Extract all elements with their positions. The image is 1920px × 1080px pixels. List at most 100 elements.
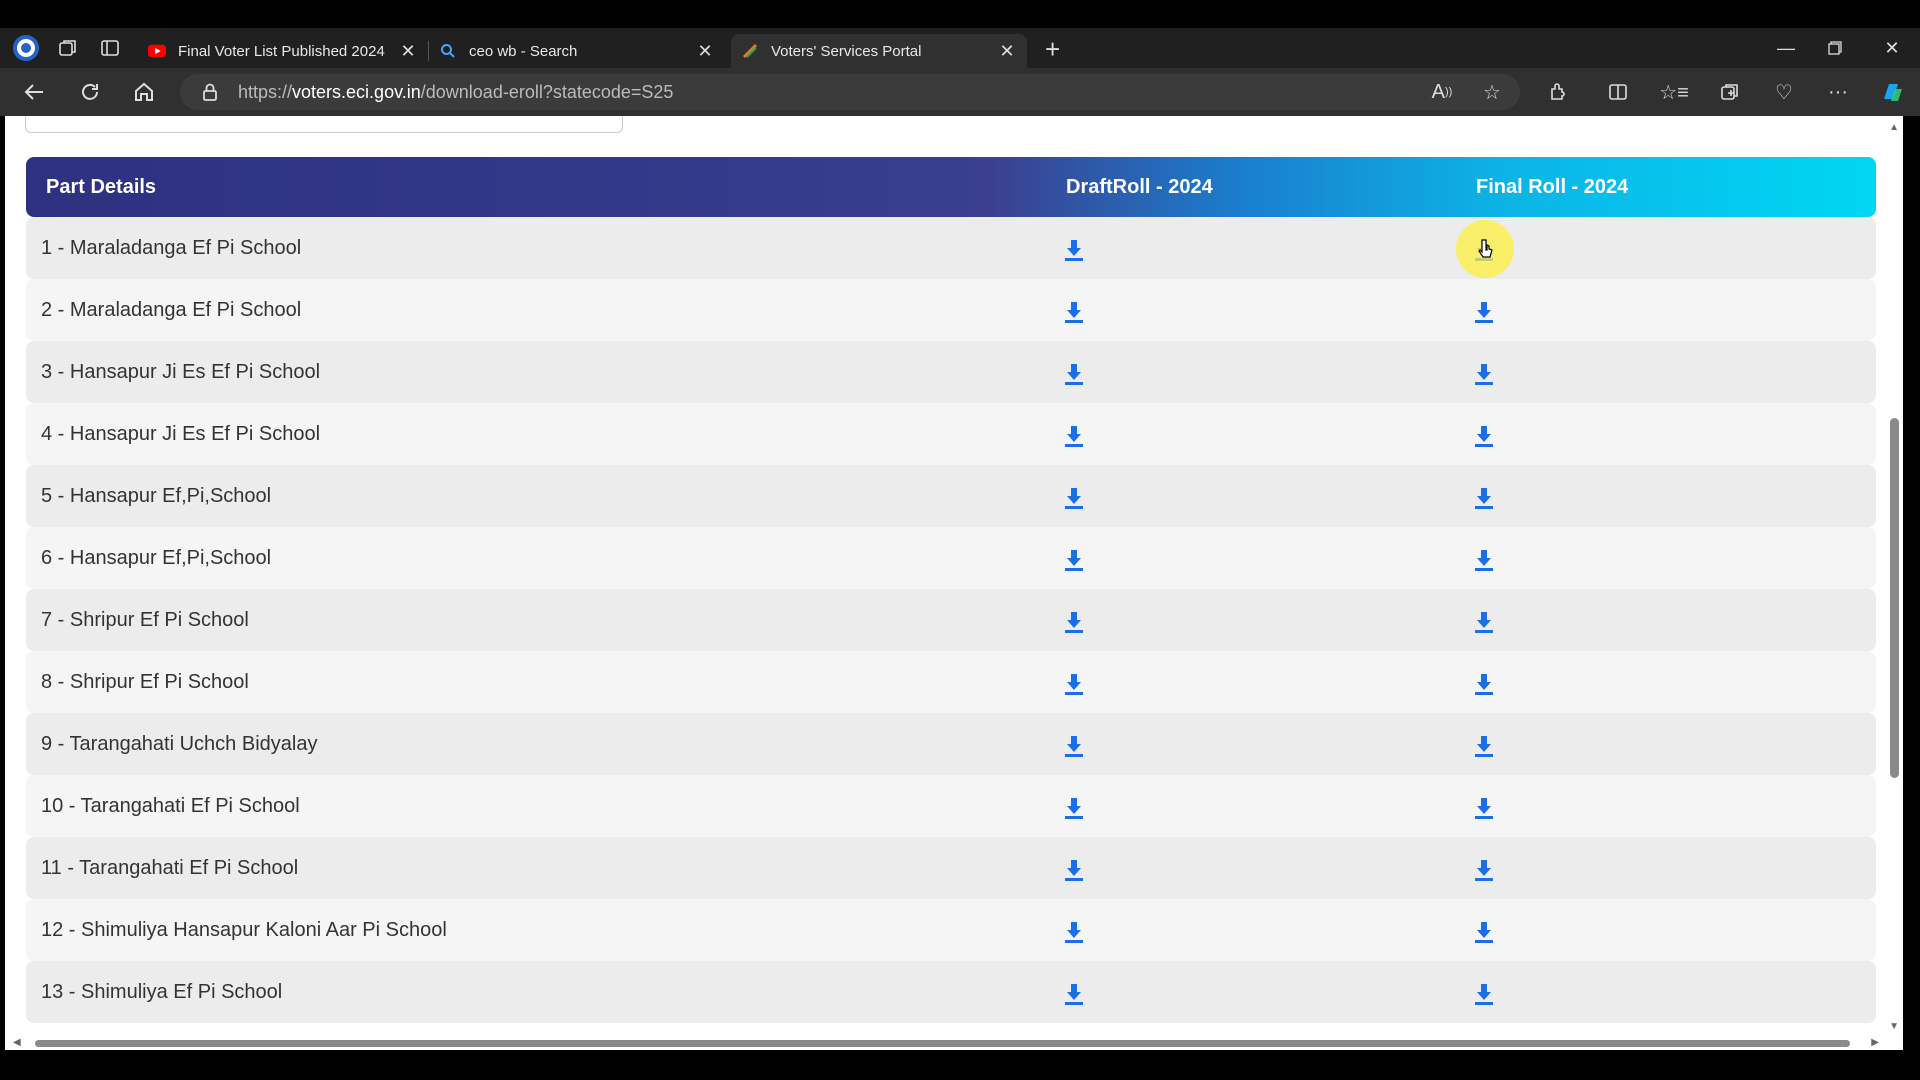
final-roll-download-icon[interactable] xyxy=(1474,363,1494,385)
part-name: 9 - Tarangahati Uchch Bidyalay xyxy=(41,733,318,755)
table-row: 7 - Shripur Ef Pi School xyxy=(26,589,1876,651)
final-roll-download-icon[interactable] xyxy=(1474,487,1494,509)
draft-roll-download-icon[interactable] xyxy=(1064,549,1084,571)
tab-search[interactable]: ceo wb - Search ✕ xyxy=(429,34,725,68)
vertical-tabs-icon[interactable] xyxy=(96,34,124,62)
url-text: https://voters.eci.gov.in/download-eroll… xyxy=(238,81,674,102)
final-roll-download-icon[interactable] xyxy=(1474,673,1494,695)
part-name: 3 - Hansapur Ji Es Ef Pi School xyxy=(41,361,321,383)
profile-icon[interactable] xyxy=(12,34,40,62)
table-row: 2 - Maraladanga Ef Pi School xyxy=(26,279,1876,341)
close-window-icon[interactable]: ✕ xyxy=(1872,28,1912,68)
youtube-icon xyxy=(148,42,166,60)
tab-bar: Final Voter List Published 2024 || ✕ ceo… xyxy=(0,28,1920,68)
address-bar: https://voters.eci.gov.in/download-eroll… xyxy=(0,68,1920,116)
table-row: 5 - Hansapur Ef,Pi,School xyxy=(26,465,1876,527)
draft-roll-download-icon[interactable] xyxy=(1064,611,1084,633)
final-roll-download-icon[interactable] xyxy=(1474,611,1494,633)
scroll-down-arrow-icon[interactable]: ▼ xyxy=(1889,1021,1899,1032)
draft-roll-download-icon[interactable] xyxy=(1064,487,1084,509)
tab-title: Voters' Services Portal xyxy=(771,42,922,60)
part-name: 13 - Shimuliya Ef Pi School xyxy=(41,981,283,1003)
draft-roll-download-icon[interactable] xyxy=(1064,797,1084,819)
table-row: 13 - Shimuliya Ef Pi School xyxy=(26,961,1876,1023)
extensions-icon[interactable] xyxy=(1540,74,1576,110)
favorites-icon[interactable]: ☆≡ xyxy=(1656,74,1692,110)
final-roll-download-icon[interactable] xyxy=(1474,425,1494,447)
scroll-up-arrow-icon[interactable]: ▲ xyxy=(1889,122,1899,133)
draft-roll-download-icon[interactable] xyxy=(1064,363,1084,385)
table-row: 10 - Tarangahati Ef Pi School xyxy=(26,775,1876,837)
final-roll-download-icon[interactable] xyxy=(1474,921,1494,943)
screen-top-border xyxy=(0,0,1920,28)
home-icon[interactable] xyxy=(126,74,162,110)
header-final-roll: Final Roll - 2024 xyxy=(1476,176,1629,198)
part-name: 1 - Maraladanga Ef Pi School xyxy=(41,237,302,259)
draft-roll-download-icon[interactable] xyxy=(1064,239,1084,261)
page-viewport: Part Details DraftRoll - 2024 Final Roll… xyxy=(5,116,1903,1050)
horizontal-scroll-thumb[interactable] xyxy=(35,1040,1850,1047)
draft-roll-download-icon[interactable] xyxy=(1064,921,1084,943)
part-name: 4 - Hansapur Ji Es Ef Pi School xyxy=(41,423,321,445)
tab-voters-portal[interactable]: Voters' Services Portal ✕ xyxy=(731,34,1027,68)
part-name: 5 - Hansapur Ef,Pi,School xyxy=(41,485,272,507)
new-tab-icon[interactable]: + xyxy=(1045,34,1060,65)
screen-bottom-border xyxy=(0,1050,1920,1080)
table-row: 4 - Hansapur Ji Es Ef Pi School xyxy=(26,403,1876,465)
final-roll-download-icon[interactable] xyxy=(1474,301,1494,323)
final-roll-download-icon[interactable] xyxy=(1474,735,1494,757)
part-name: 10 - Tarangahati Ef Pi School xyxy=(41,795,300,817)
back-icon[interactable] xyxy=(16,74,52,110)
part-name: 7 - Shripur Ef Pi School xyxy=(41,609,249,631)
table-row: 6 - Hansapur Ef,Pi,School xyxy=(26,527,1876,589)
restore-icon[interactable] xyxy=(1815,28,1855,68)
part-name: 12 - Shimuliya Hansapur Kaloni Aar Pi Sc… xyxy=(41,919,447,941)
url-field[interactable]: https://voters.eci.gov.in/download-eroll… xyxy=(180,74,1520,110)
part-name: 2 - Maraladanga Ef Pi School xyxy=(41,299,302,321)
final-roll-download-icon[interactable] xyxy=(1474,983,1494,1005)
workspaces-icon[interactable] xyxy=(54,34,82,62)
tab-youtube[interactable]: Final Voter List Published 2024 || ✕ xyxy=(138,34,428,68)
part-name: 6 - Hansapur Ef,Pi,School xyxy=(41,547,272,569)
close-tab-icon[interactable]: ✕ xyxy=(398,41,418,62)
draft-roll-download-icon[interactable] xyxy=(1064,425,1084,447)
draft-roll-download-icon[interactable] xyxy=(1064,859,1084,881)
filter-box[interactable] xyxy=(25,116,623,133)
more-options-icon[interactable]: ··· xyxy=(1820,74,1856,110)
browser-essentials-icon[interactable]: ♡ xyxy=(1766,74,1802,110)
header-draft-roll: DraftRoll - 2024 xyxy=(1066,176,1213,198)
final-roll-download-icon[interactable] xyxy=(1474,859,1494,881)
split-screen-icon[interactable] xyxy=(1600,74,1636,110)
close-tab-icon[interactable]: ✕ xyxy=(997,41,1017,62)
scroll-left-arrow-icon[interactable]: ◀ xyxy=(13,1037,21,1048)
mouse-pointer-icon xyxy=(1478,239,1493,258)
table-row: 3 - Hansapur Ji Es Ef Pi School xyxy=(26,341,1876,403)
table-header: Part Details DraftRoll - 2024 Final Roll… xyxy=(26,157,1876,217)
draft-roll-download-icon[interactable] xyxy=(1064,735,1084,757)
scroll-right-arrow-icon[interactable]: ▶ xyxy=(1871,1037,1879,1048)
table-row: 11 - Tarangahati Ef Pi School xyxy=(26,837,1876,899)
vertical-scrollbar[interactable]: ▲ ▼ xyxy=(1886,116,1903,1050)
copilot-icon[interactable] xyxy=(1874,74,1910,110)
final-roll-download-icon[interactable] xyxy=(1474,797,1494,819)
draft-roll-download-icon[interactable] xyxy=(1064,983,1084,1005)
lock-icon[interactable] xyxy=(202,83,218,101)
draft-roll-download-icon[interactable] xyxy=(1064,301,1084,323)
read-aloud-icon[interactable]: A)) xyxy=(1424,74,1460,110)
part-name: 8 - Shripur Ef Pi School xyxy=(41,671,249,693)
final-roll-download-icon[interactable] xyxy=(1474,549,1494,571)
parts-table-body: 1 - Maraladanga Ef Pi School 2 - Maralada… xyxy=(26,217,1876,1023)
part-name: 11 - Tarangahati Ef Pi School xyxy=(41,857,299,879)
table-row: 12 - Shimuliya Hansapur Kaloni Aar Pi Sc… xyxy=(26,899,1876,961)
search-icon xyxy=(439,42,457,60)
draft-roll-download-icon[interactable] xyxy=(1064,673,1084,695)
close-tab-icon[interactable]: ✕ xyxy=(695,41,715,62)
favorite-star-icon[interactable]: ☆ xyxy=(1474,74,1510,110)
horizontal-scrollbar[interactable]: ◀ ▶ xyxy=(5,1036,1903,1050)
refresh-icon[interactable] xyxy=(72,74,108,110)
collections-icon[interactable] xyxy=(1712,74,1748,110)
table-row: 1 - Maraladanga Ef Pi School xyxy=(26,217,1876,279)
minimize-icon[interactable]: — xyxy=(1766,28,1806,68)
eci-icon xyxy=(741,42,759,60)
vertical-scroll-thumb[interactable] xyxy=(1890,418,1899,778)
